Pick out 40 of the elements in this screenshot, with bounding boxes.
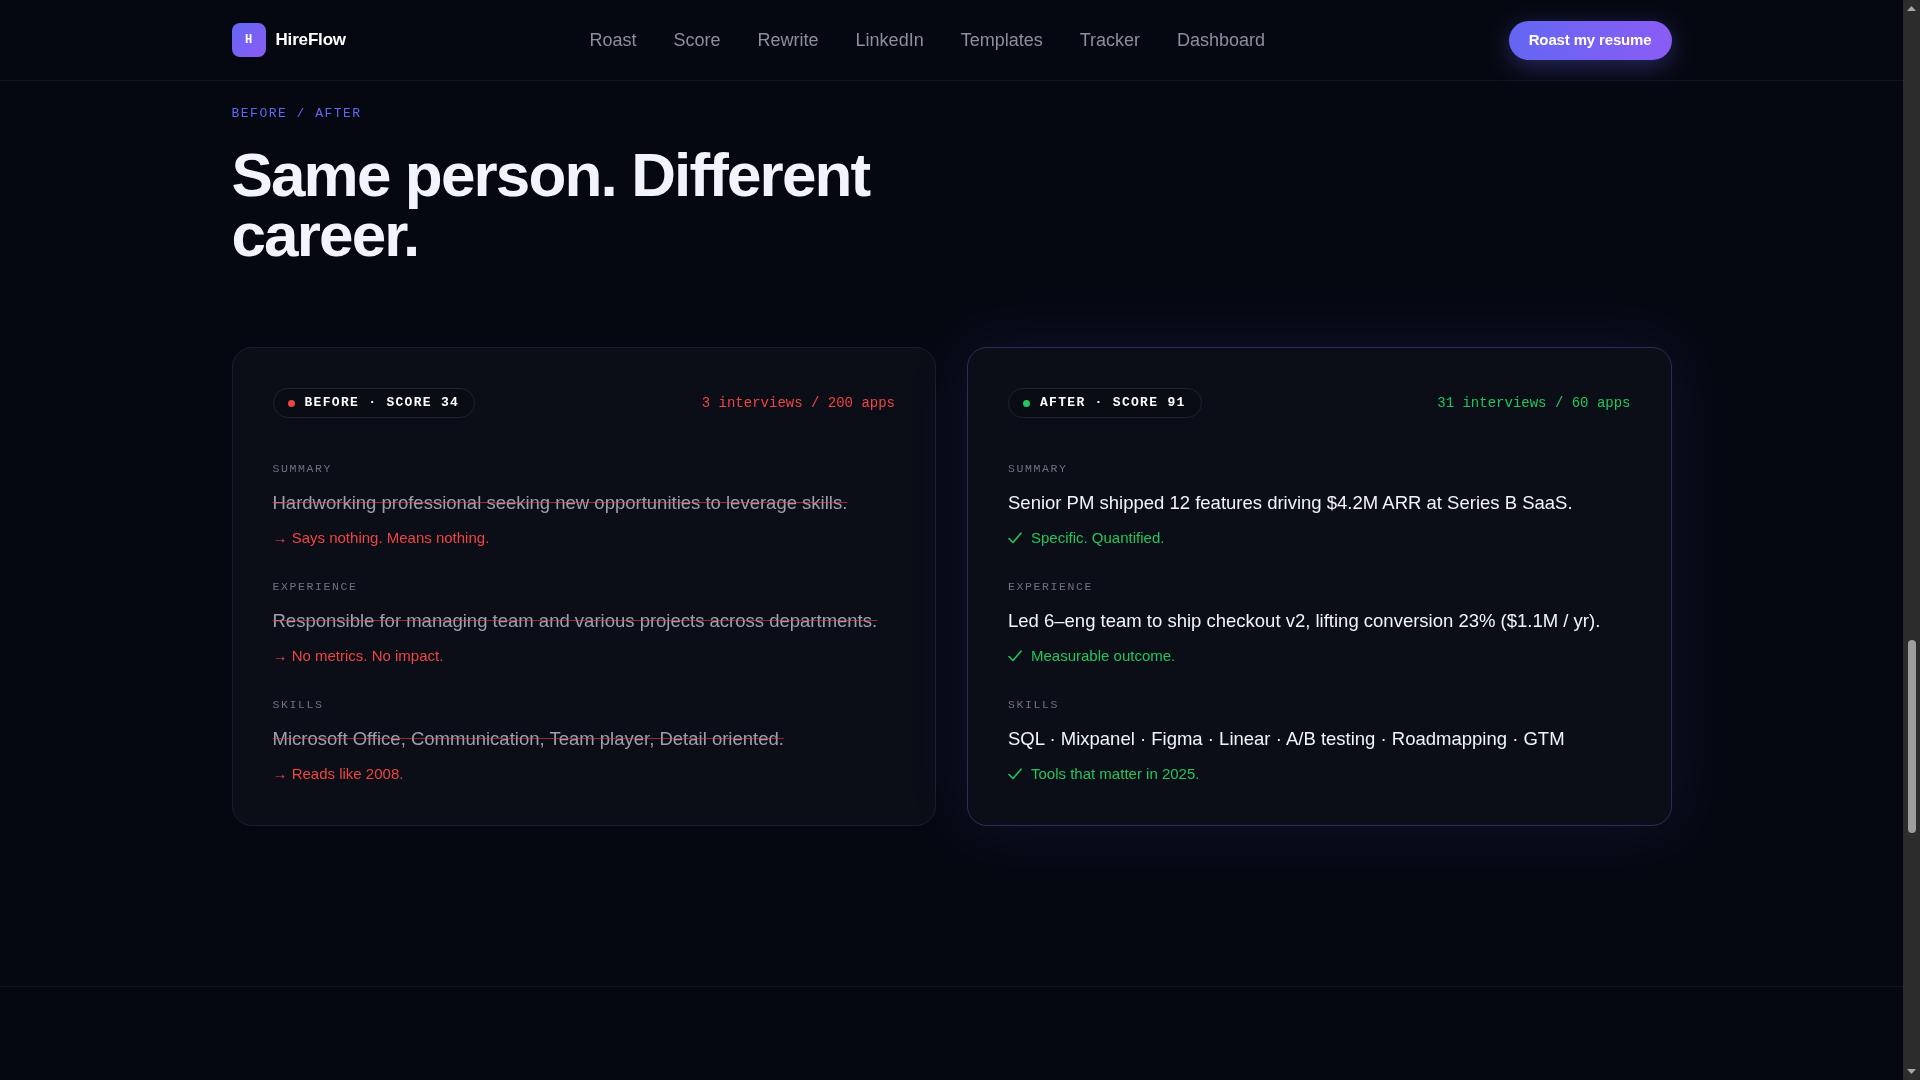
nav-link[interactable]: Rewrite <box>757 26 819 54</box>
interview-stat: 31 interviews / 60 apps <box>1437 393 1631 413</box>
check-icon <box>1008 650 1022 662</box>
cta-button[interactable]: Roast my resume <box>1508 20 1672 60</box>
scrollbar-thumb[interactable] <box>1907 640 1916 833</box>
field-label: SKILLS <box>1008 697 1060 713</box>
scrollbar[interactable] <box>1903 0 1920 1080</box>
nav-link[interactable]: Dashboard <box>1177 26 1266 54</box>
nav-link[interactable]: LinkedIn <box>855 26 924 54</box>
field-label: SKILLS <box>272 697 324 713</box>
brand-name[interactable]: HireFlow <box>275 27 346 53</box>
scroll-down-icon[interactable] <box>1907 1069 1916 1074</box>
scroll-up-icon[interactable] <box>1907 6 1916 11</box>
feedback-note: Specific. Quantified. <box>1031 528 1165 548</box>
status-dot-icon <box>1023 399 1030 407</box>
nav-link[interactable]: Tracker <box>1079 26 1141 54</box>
field-label: EXPERIENCE <box>272 579 358 595</box>
nav-link[interactable]: Roast <box>589 26 637 54</box>
feedback-note: Measurable outcome. <box>1031 646 1176 666</box>
resume-line: SQL · Mixpanel · Figma · Linear · A/B testing · Roadmapping · GTM <box>1008 727 1565 751</box>
feedback-note: → No metrics. No impact. <box>272 646 444 666</box>
field-label: EXPERIENCE <box>1008 579 1094 595</box>
section-eyebrow: BEFORE / AFTER <box>231 106 362 122</box>
check-icon <box>1008 532 1022 544</box>
feedback-note: Tools that matter in 2025. <box>1031 764 1200 784</box>
resume-line: Senior PM shipped 12 features driving $4.2M ARR at Series B SaaS. <box>1008 491 1573 515</box>
feedback-note: → Reads like 2008. <box>272 764 404 784</box>
nav-link[interactable]: Templates <box>960 26 1043 54</box>
interview-stat: 3 interviews / 200 apps <box>701 393 895 413</box>
score-label: BEFORE · SCORE 34 <box>304 394 460 413</box>
field-label: SUMMARY <box>272 461 333 477</box>
status-dot-icon <box>287 399 295 407</box>
score-label: AFTER · SCORE 91 <box>1040 394 1186 413</box>
feedback-note: → Says nothing. Means nothing. <box>272 528 490 548</box>
section-heading: Same person. Different career. <box>231 145 871 265</box>
field-label: SUMMARY <box>1008 461 1068 477</box>
logo-mark: H <box>231 23 266 57</box>
check-icon <box>1008 768 1022 780</box>
resume-line: Led 6–eng team to ship checkout v2, lifting conversion 23% ($1.1M / yr). <box>1008 609 1601 633</box>
nav-link[interactable]: Score <box>673 26 721 54</box>
